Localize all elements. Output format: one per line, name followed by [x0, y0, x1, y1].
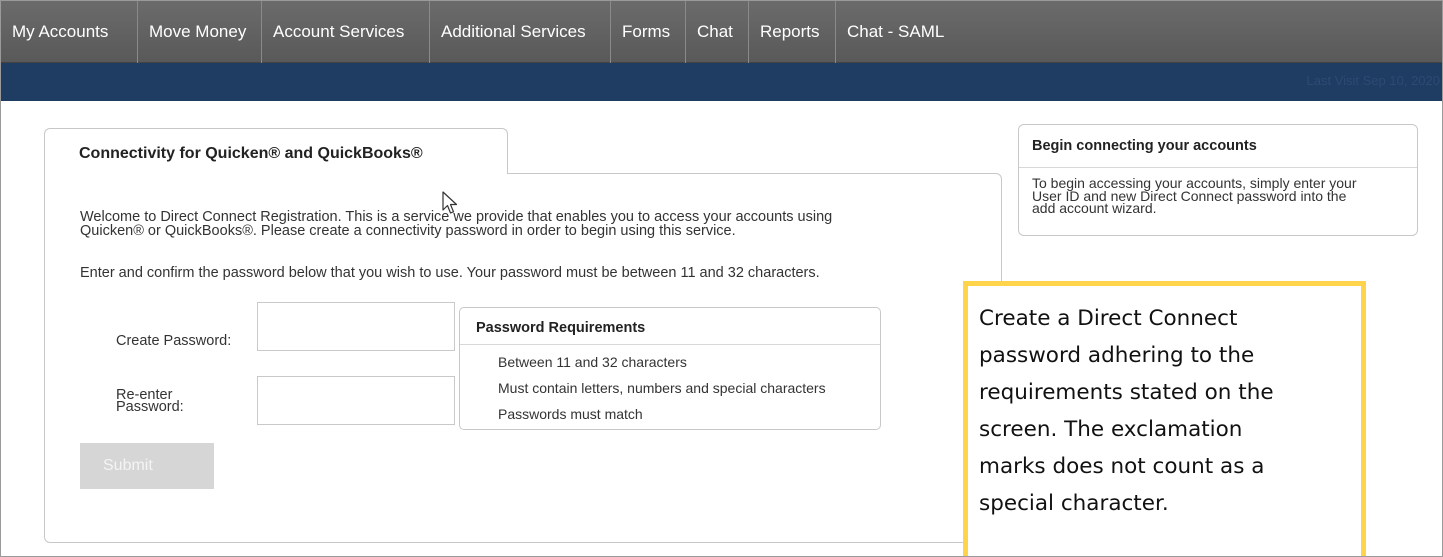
requirements-divider — [460, 344, 880, 345]
tab-connectivity-label: Connectivity for Quicken® and QuickBooks… — [79, 145, 423, 162]
callout-line-6: special character. — [979, 491, 1169, 516]
secondary-header-bar: Last Visit Sep 10, 2020 — [1, 63, 1442, 101]
nav-item-chat[interactable]: Chat — [686, 1, 749, 63]
begin-connecting-title: Begin connecting your accounts — [1032, 138, 1257, 154]
intro-line-1: Welcome to Direct Connect Registration. … — [80, 209, 833, 225]
intro-text: Welcome to Direct Connect Registration. … — [80, 209, 960, 239]
password-requirements-box: Password Requirements Between 11 and 32 … — [459, 307, 881, 430]
tab-connectivity[interactable]: Connectivity for Quicken® and QuickBooks… — [44, 128, 508, 174]
requirement-item: Between 11 and 32 characters — [498, 354, 687, 370]
requirement-item: Must contain letters, numbers and specia… — [498, 380, 826, 396]
submit-button[interactable]: Submit — [80, 443, 214, 489]
instruction-callout: Create a Direct Connect password adherin… — [963, 281, 1366, 556]
top-navigation-bar: My Accounts Move Money Account Services … — [1, 1, 1442, 63]
reenter-password-label: Re-enter Password: — [116, 388, 184, 415]
nav-item-forms[interactable]: Forms — [611, 1, 686, 63]
callout-line-3: requirements stated on the — [979, 380, 1274, 405]
nav-item-reports[interactable]: Reports — [749, 1, 836, 63]
reenter-password-input[interactable] — [257, 376, 455, 425]
side-text-line-3: add account wizard. — [1032, 200, 1157, 216]
create-password-input[interactable] — [257, 302, 455, 351]
begin-connecting-box: Begin connecting your accounts To begin … — [1018, 124, 1418, 236]
requirements-title: Password Requirements — [476, 320, 646, 336]
password-instruction: Enter and confirm the password below tha… — [80, 265, 820, 281]
requirement-item: Passwords must match — [498, 406, 643, 422]
nav-item-additional-services[interactable]: Additional Services — [430, 1, 611, 63]
app-window: My Accounts Move Money Account Services … — [0, 0, 1443, 557]
nav-item-account-services[interactable]: Account Services — [262, 1, 430, 63]
callout-line-1: Create a Direct Connect — [979, 306, 1238, 331]
mouse-pointer-icon — [442, 191, 458, 214]
intro-line-2: Quicken® or QuickBooks®. Please create a… — [80, 223, 736, 239]
create-password-label: Create Password: — [116, 333, 232, 349]
callout-text: Create a Direct Connect password adherin… — [979, 300, 1359, 522]
callout-line-4: screen. The exclamation — [979, 417, 1243, 442]
nav-item-my-accounts[interactable]: My Accounts — [1, 1, 138, 63]
nav-item-chat-saml[interactable]: Chat - SAML — [836, 1, 964, 63]
last-visit-text: Last Visit Sep 10, 2020 — [1306, 73, 1440, 88]
nav-item-move-money[interactable]: Move Money — [138, 1, 262, 63]
begin-connecting-text: To begin accessing your accounts, simply… — [1032, 176, 1418, 216]
callout-line-2: password adhering to the — [979, 343, 1255, 368]
begin-connecting-divider — [1019, 167, 1417, 168]
reenter-label-line-2: Password: — [116, 399, 184, 415]
callout-line-5: marks does not count as a — [979, 454, 1265, 479]
